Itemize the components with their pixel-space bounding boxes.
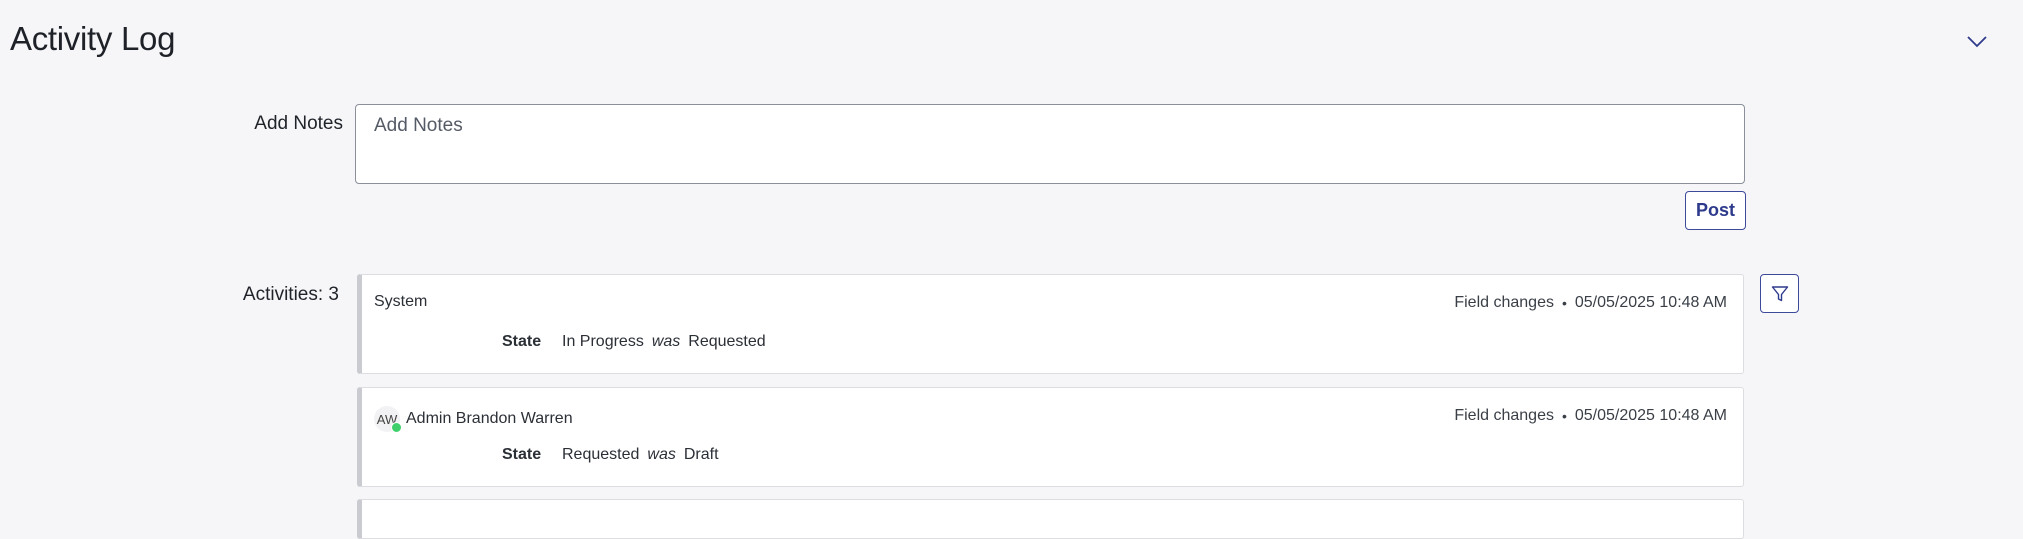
presence-online-icon <box>391 422 402 433</box>
meta-separator: • <box>1561 408 1567 424</box>
filter-activities-button[interactable] <box>1760 274 1799 313</box>
filter-icon <box>1771 285 1788 301</box>
field-name: State <box>502 333 542 350</box>
activity-author: System <box>374 293 427 311</box>
field-name: State <box>502 446 542 463</box>
activity-meta: Field changes • 05/05/2025 10:48 AM <box>1454 407 1727 425</box>
activity-entry: AW Admin Brandon Warren Field changes • … <box>357 387 1744 487</box>
activity-author-name: System <box>374 293 428 310</box>
activity-type: Field changes <box>1454 294 1554 311</box>
collapse-section-button[interactable] <box>1963 28 1991 56</box>
avatar[interactable]: AW <box>374 406 402 433</box>
activity-timestamp: 05/05/2025 10:48 AM <box>1574 407 1727 424</box>
activity-timestamp: 05/05/2025 10:48 AM <box>1574 294 1727 311</box>
field-new-value: In Progress <box>562 333 644 350</box>
activity-type: Field changes <box>1454 407 1554 424</box>
post-button[interactable]: Post <box>1685 191 1746 230</box>
activity-entry <box>357 499 1744 539</box>
chevron-down-icon <box>1967 36 1987 48</box>
activity-log-title: Activity Log <box>10 20 176 57</box>
activity-entry: System Field changes • 05/05/2025 10:48 … <box>357 274 1744 374</box>
field-change: State Requested was Draft <box>502 446 719 464</box>
add-notes-label: Add Notes <box>254 113 343 134</box>
was-label: was <box>647 446 676 463</box>
activity-meta: Field changes • 05/05/2025 10:48 AM <box>1454 294 1727 312</box>
field-change: State In Progress was Requested <box>502 333 766 351</box>
field-old-value: Draft <box>683 446 719 463</box>
meta-separator: • <box>1561 295 1567 311</box>
was-label: was <box>651 333 681 350</box>
field-old-value: Requested <box>688 333 766 350</box>
add-notes-input[interactable] <box>355 104 1745 184</box>
activity-author: AW Admin Brandon Warren <box>374 406 573 433</box>
activities-count-label: Activities: 3 <box>242 284 339 305</box>
field-new-value: Requested <box>562 446 640 463</box>
activity-author-name: Admin Brandon Warren <box>406 410 573 427</box>
